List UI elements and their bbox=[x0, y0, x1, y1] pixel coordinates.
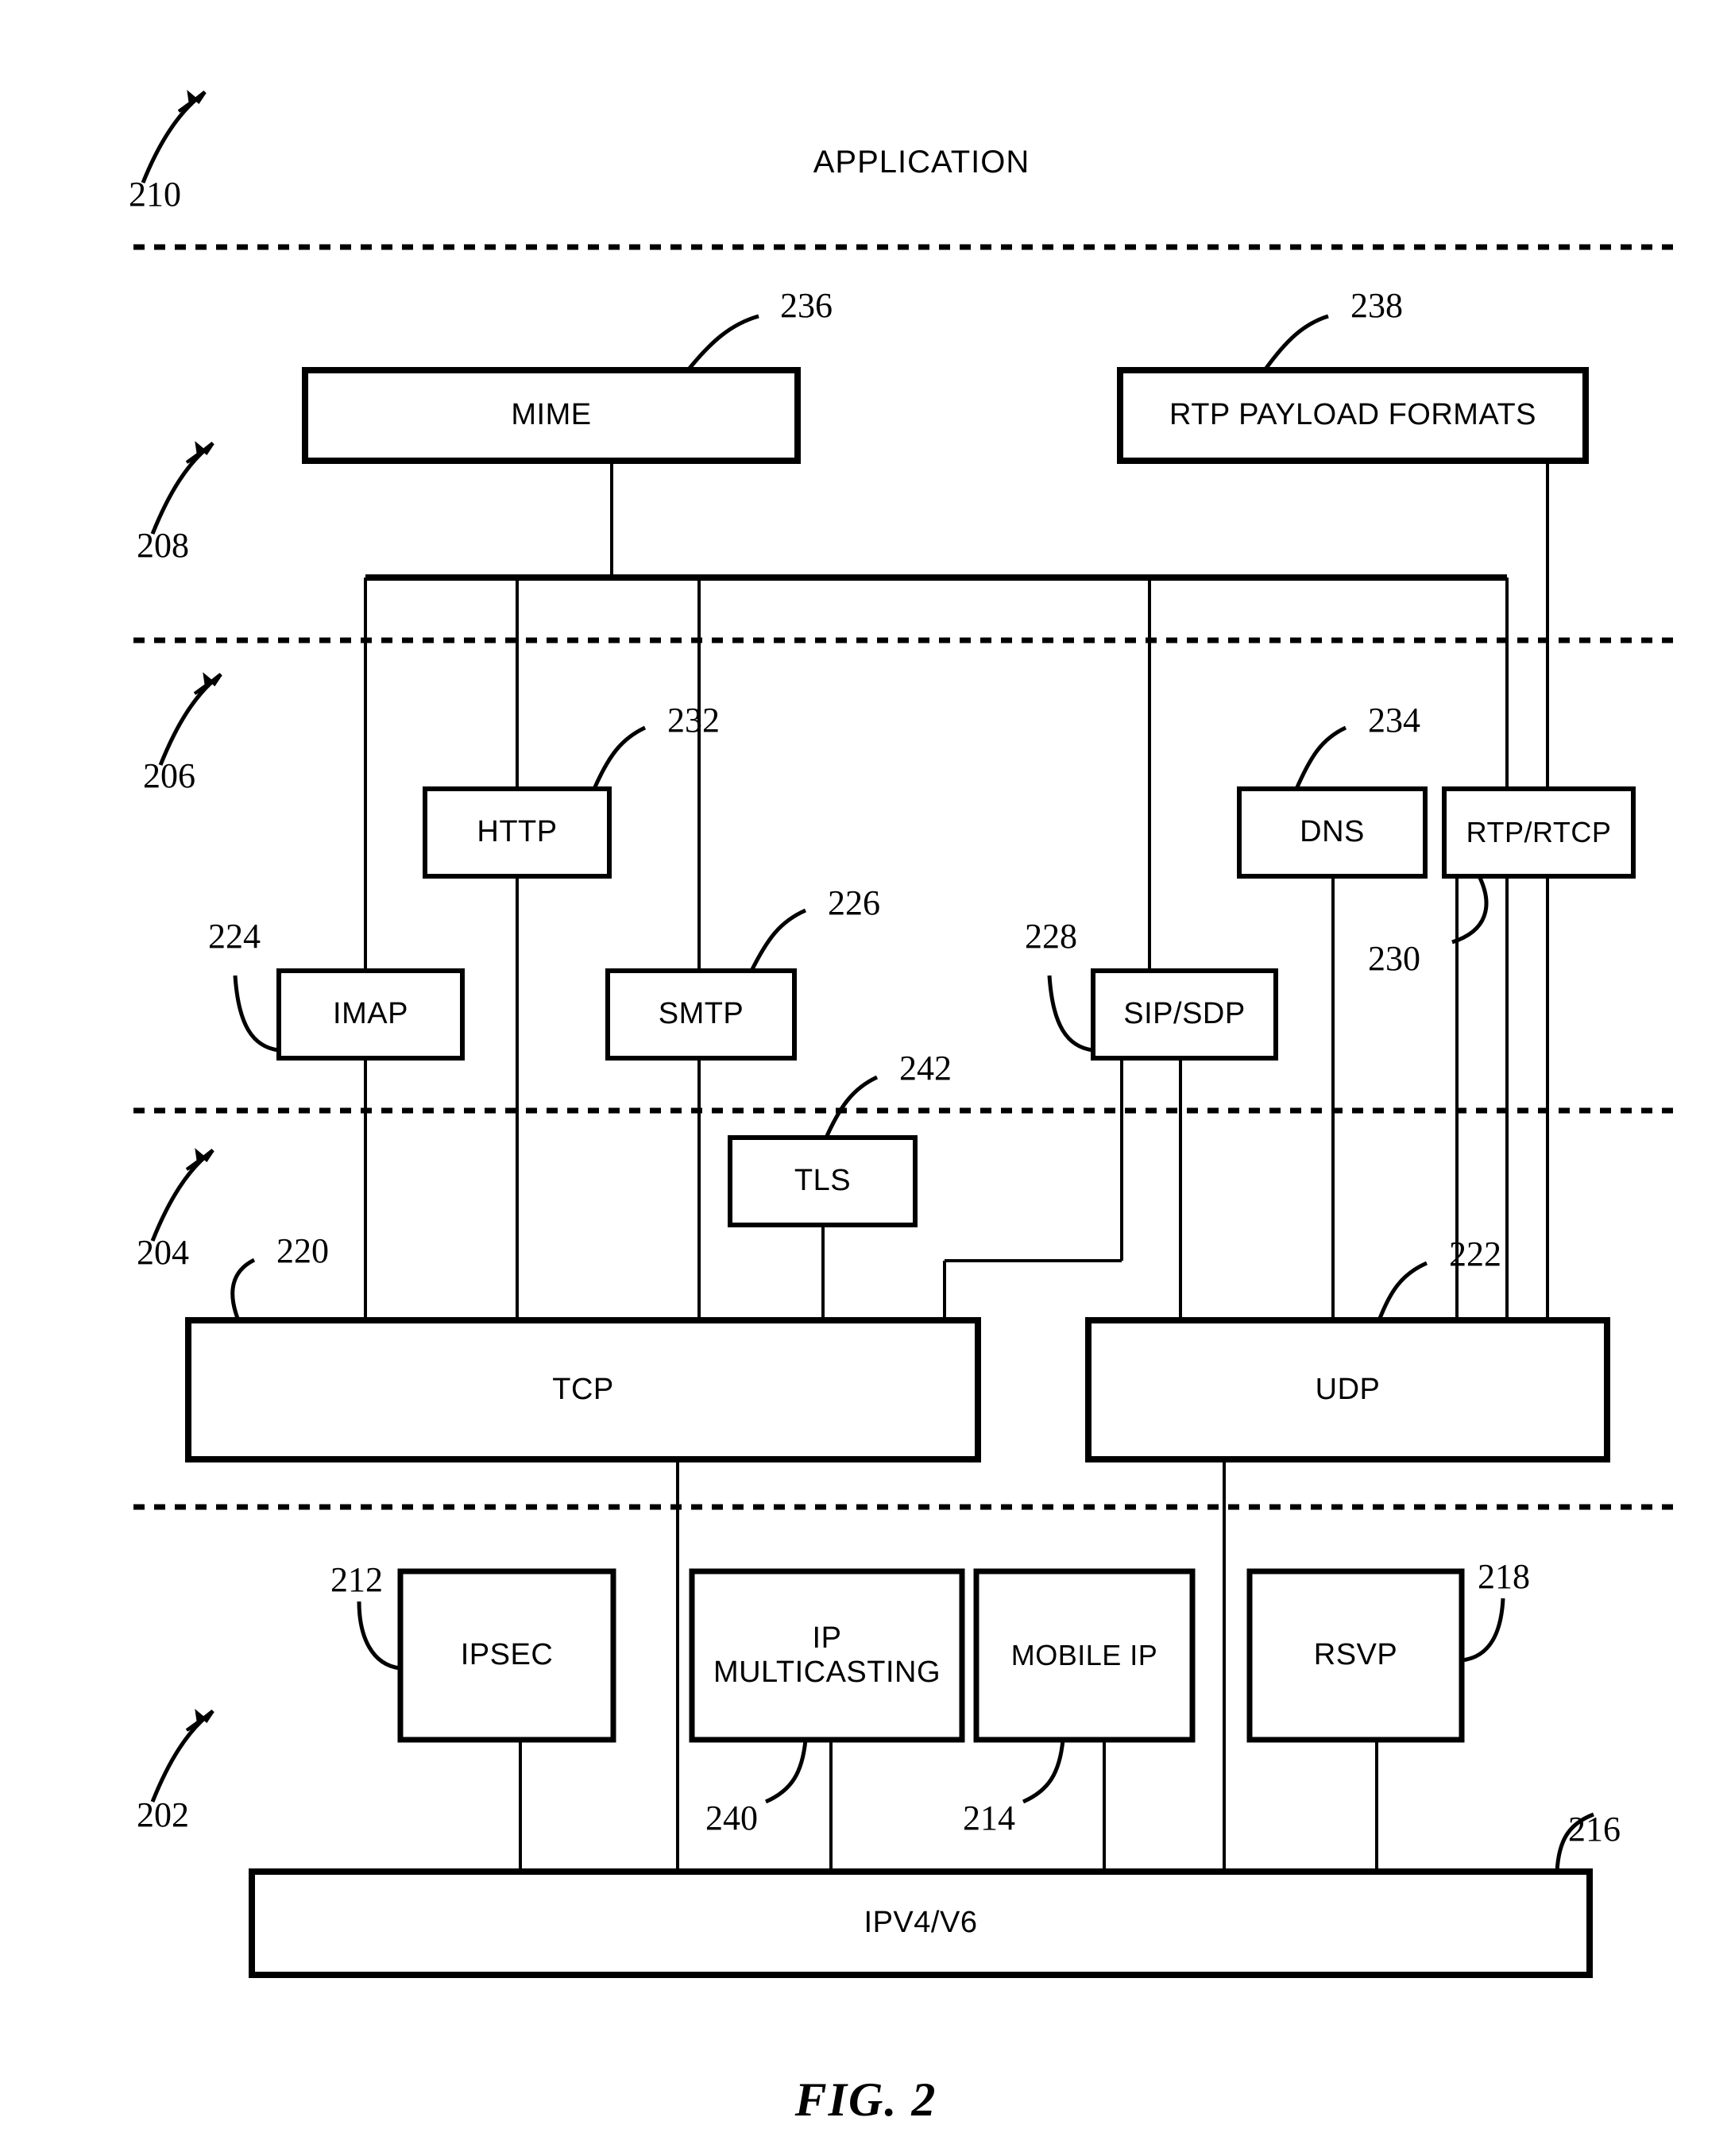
box-label-udp: UDP bbox=[1315, 1372, 1381, 1406]
leader-232 bbox=[592, 725, 647, 790]
ref-230: 230 bbox=[1368, 938, 1420, 978]
leader-236 bbox=[686, 314, 759, 372]
leader-210 bbox=[141, 90, 207, 184]
leader-arrowheads bbox=[177, 90, 222, 1732]
ref-206: 206 bbox=[143, 755, 195, 795]
box-label-dns: DNS bbox=[1300, 815, 1365, 849]
box-label-http: HTTP bbox=[477, 815, 558, 849]
ref-214: 214 bbox=[963, 1798, 1015, 1837]
box-label-rtp-rtcp: RTP/RTCP bbox=[1466, 816, 1612, 849]
application-layer-title: APPLICATION bbox=[813, 145, 1030, 180]
ref-208: 208 bbox=[137, 525, 189, 565]
box-label-mobile-ip: MOBILE IP bbox=[1010, 1639, 1158, 1672]
leader-222 bbox=[1377, 1261, 1428, 1321]
box-label-ipv4-v6: IPV4/V6 bbox=[864, 1906, 978, 1940]
ref-202: 202 bbox=[137, 1795, 189, 1834]
leader-234 bbox=[1294, 725, 1347, 790]
ref-212: 212 bbox=[330, 1559, 383, 1599]
box-label-imap: IMAP bbox=[333, 997, 408, 1031]
ref-240: 240 bbox=[705, 1798, 758, 1837]
ref-236: 236 bbox=[780, 285, 833, 325]
box-label-ip-multicasting-line1: IP bbox=[812, 1621, 842, 1655]
leader-228 bbox=[1047, 975, 1094, 1053]
leader-202 bbox=[150, 1710, 214, 1802]
box-label-tls: TLS bbox=[794, 1164, 852, 1198]
ref-224: 224 bbox=[208, 916, 261, 956]
ref-222: 222 bbox=[1449, 1234, 1501, 1273]
leader-220 bbox=[230, 1258, 256, 1321]
leader-218 bbox=[1461, 1598, 1505, 1663]
figure-line-art bbox=[133, 90, 1683, 1978]
box-label-tcp: TCP bbox=[552, 1372, 614, 1406]
box-label-ipsec: IPSEC bbox=[460, 1638, 554, 1672]
box-label-ip-multicasting-line2: MULTICASTING bbox=[713, 1656, 941, 1689]
leader-242 bbox=[824, 1075, 879, 1139]
ref-232: 232 bbox=[667, 700, 720, 740]
ref-228: 228 bbox=[1025, 916, 1077, 956]
patent-figure-sheet: APPLICATION 210 208 206 204 202 236 238 … bbox=[0, 0, 1731, 2156]
box-label-mime: MIME bbox=[511, 398, 592, 432]
leader-238 bbox=[1262, 314, 1329, 372]
ref-210: 210 bbox=[129, 174, 181, 214]
leader-208 bbox=[150, 442, 214, 535]
leader-204 bbox=[150, 1149, 214, 1242]
leader-226 bbox=[749, 908, 807, 972]
leader-240 bbox=[764, 1739, 808, 1804]
ref-242: 242 bbox=[899, 1048, 952, 1088]
leader-214 bbox=[1022, 1739, 1065, 1804]
ref-218: 218 bbox=[1478, 1556, 1530, 1596]
figure-caption: FIG. 2 bbox=[794, 2073, 937, 2126]
ref-226: 226 bbox=[828, 883, 880, 922]
ref-220: 220 bbox=[276, 1231, 329, 1270]
box-label-sip-sdp: SIP/SDP bbox=[1123, 997, 1246, 1031]
ref-216: 216 bbox=[1568, 1809, 1621, 1849]
leader-224 bbox=[233, 975, 280, 1053]
ref-204: 204 bbox=[137, 1232, 189, 1272]
box-label-ip-multicasting: IP MULTICASTING bbox=[692, 1571, 962, 1740]
box-label-rtp-payload-formats: RTP PAYLOAD FORMATS bbox=[1169, 398, 1537, 432]
ref-238: 238 bbox=[1350, 285, 1403, 325]
leader-212 bbox=[357, 1601, 401, 1671]
box-label-rsvp: RSVP bbox=[1313, 1638, 1398, 1672]
ref-234: 234 bbox=[1368, 700, 1420, 740]
leader-206 bbox=[158, 673, 222, 766]
box-label-smtp: SMTP bbox=[658, 997, 744, 1031]
